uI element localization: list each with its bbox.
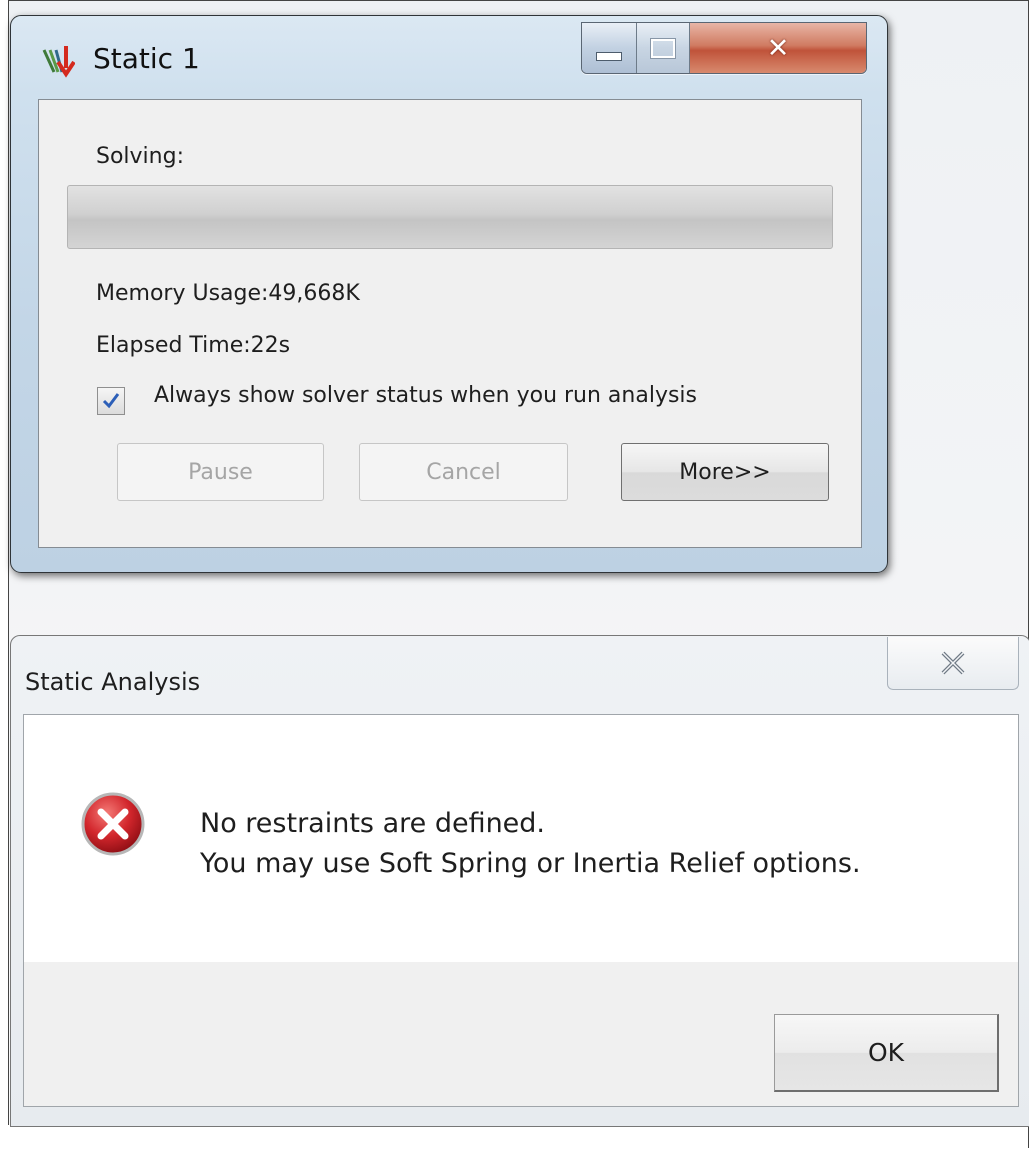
simulation-app-icon	[42, 46, 75, 78]
dialog-client-area: No restraints are defined. You may use S…	[23, 714, 1019, 1107]
memory-usage-text: Memory Usage:49,668K	[96, 281, 360, 306]
solver-status-window: Static 1 ✕ Solving: Memory Usage:49,668K…	[10, 15, 888, 573]
minimize-button[interactable]	[582, 23, 637, 73]
maximize-button[interactable]	[637, 23, 690, 73]
dialog-title: Static Analysis	[25, 668, 201, 696]
message-area: No restraints are defined. You may use S…	[24, 715, 1018, 962]
elapsed-time-text: Elapsed Time:22s	[96, 333, 291, 358]
close-icon: ✕	[766, 32, 790, 64]
more-button[interactable]: More>>	[621, 443, 829, 501]
always-show-label[interactable]: Always show solver status when you run a…	[154, 383, 697, 408]
solver-client-area: Solving: Memory Usage:49,668K Elapsed Ti…	[38, 99, 862, 548]
dialog-close-button[interactable]	[887, 637, 1019, 690]
maximize-icon	[650, 37, 676, 59]
window-title: Static 1	[93, 42, 200, 75]
message-line-1: No restraints are defined.	[200, 808, 546, 839]
ok-button[interactable]: OK	[774, 1014, 999, 1092]
always-show-checkbox[interactable]	[97, 387, 125, 415]
caption-buttons: ✕	[581, 22, 867, 74]
message-line-2: You may use Soft Spring or Inertia Relie…	[200, 848, 861, 879]
desktop-edge	[8, 1125, 1028, 1149]
checkmark-icon	[102, 393, 120, 409]
solving-label: Solving:	[96, 144, 184, 169]
dialog-button-area: OK	[24, 962, 1018, 1106]
static-analysis-dialog: Static Analysis No restraints are define…	[10, 635, 1029, 1127]
close-icon	[941, 651, 965, 675]
pause-button[interactable]: Pause	[117, 443, 324, 501]
cancel-button[interactable]: Cancel	[359, 443, 568, 501]
error-icon	[81, 792, 145, 856]
solver-progress-bar	[67, 185, 833, 249]
minimize-icon	[596, 51, 622, 61]
close-button[interactable]: ✕	[690, 23, 866, 73]
